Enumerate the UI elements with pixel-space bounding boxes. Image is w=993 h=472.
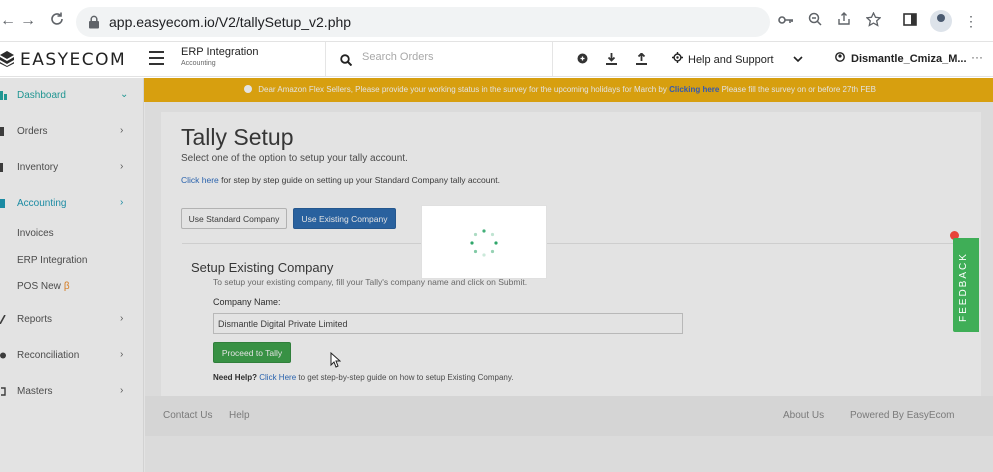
lock-icon[interactable] (88, 15, 100, 29)
logo[interactable]: EASYECOM (0, 50, 126, 70)
forward-icon[interactable]: → (18, 11, 38, 31)
loading-spinner-icon (470, 229, 498, 257)
browser-toolbar: ← → app.easyecom.io/V2/tallySetup_v2.php… (0, 0, 993, 42)
menu-icon[interactable]: ⋮ (962, 12, 980, 30)
zoom-icon[interactable] (806, 12, 824, 30)
search-box (325, 42, 553, 76)
more-options-icon[interactable]: ··· (971, 50, 983, 64)
feedback-label: FEEDBACK (958, 252, 969, 322)
sidebar-icon[interactable] (901, 12, 919, 30)
logo-icon (0, 51, 14, 67)
user-name[interactable]: Dismantle_Cmiza_M... (851, 53, 967, 65)
context-subtitle: Accounting (181, 60, 216, 67)
address-bar[interactable]: app.easyecom.io/V2/tallySetup_v2.php (76, 7, 770, 37)
feedback-tab[interactable]: FEEDBACK (953, 238, 979, 332)
user-icon (835, 52, 845, 65)
cursor-icon (330, 352, 341, 368)
star-icon[interactable] (864, 11, 882, 30)
chevron-down-icon[interactable] (793, 54, 803, 66)
share-icon[interactable] (835, 12, 853, 30)
download-icon[interactable] (605, 53, 617, 65)
loading-dialog (421, 205, 547, 279)
notification-icon[interactable] (576, 53, 588, 65)
hamburger-menu-icon[interactable] (149, 51, 164, 65)
page-context: ERP Integration Accounting (181, 46, 258, 67)
reload-icon[interactable] (47, 11, 67, 31)
key-icon[interactable] (777, 12, 795, 30)
address-url[interactable]: app.easyecom.io/V2/tallySetup_v2.php (109, 14, 351, 30)
gear-icon (672, 52, 683, 66)
app-header: EASYECOM ERP Integration Accounting Help… (0, 42, 993, 77)
search-input[interactable] (362, 51, 542, 63)
profile-icon[interactable] (930, 10, 952, 32)
user-menu[interactable]: Dismantle_Cmiza_M... (835, 52, 967, 65)
back-icon[interactable]: ← (0, 11, 18, 31)
help-support-link[interactable]: Help and Support (672, 52, 803, 66)
context-title: ERP Integration (181, 46, 259, 58)
upload-icon[interactable] (635, 52, 647, 65)
help-label[interactable]: Help and Support (688, 54, 774, 66)
search-icon[interactable] (340, 53, 353, 67)
logo-text: EASYECOM (20, 50, 127, 70)
